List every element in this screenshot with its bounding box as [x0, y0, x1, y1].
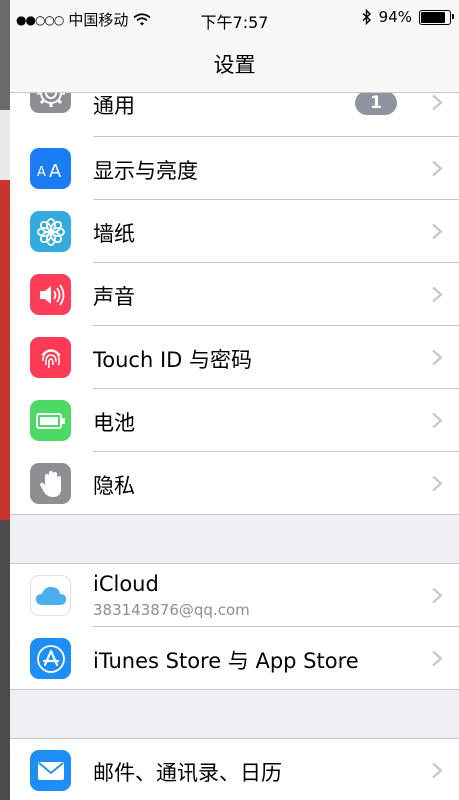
navigation-bar: 设置 [10, 36, 459, 93]
settings-row-touch-id[interactable]: Touch ID 与密码 [10, 326, 459, 389]
chevron-right-icon [432, 349, 443, 366]
settings-row-label: Touch ID 与密码 [93, 348, 252, 372]
chevron-right-icon [432, 160, 443, 177]
settings-row-sounds[interactable]: 声音 [10, 263, 459, 326]
chevron-right-icon [432, 94, 443, 111]
account-email: 383143876@qq.com [93, 601, 250, 619]
settings-row-battery[interactable]: 电池 [10, 389, 459, 452]
chevron-right-icon [432, 762, 443, 779]
settings-group-mail: 邮件、通讯录、日历 [10, 738, 459, 800]
settings-group-accounts: iCloud 383143876@qq.com iTunes Store 与 A… [10, 563, 459, 690]
settings-row-label: 电池 [93, 411, 135, 435]
battery-status-icon [419, 9, 454, 25]
chevron-right-icon [432, 475, 443, 492]
speaker-icon [30, 274, 71, 315]
background-edge [0, 0, 10, 800]
mail-icon [30, 750, 71, 791]
svg-text:A: A [49, 161, 62, 181]
settings-row-privacy[interactable]: 隐私 [10, 452, 459, 515]
page-title: 设置 [213, 53, 256, 77]
settings-row-label: 隐私 [93, 474, 135, 498]
fingerprint-icon [30, 337, 71, 378]
chevron-right-icon [432, 286, 443, 303]
settings-screen: 通用 1 A A 显示与亮度 墙纸 声音 Touch ID 与密码 电池 隐私 … [10, 0, 459, 800]
app-store-icon [30, 638, 71, 679]
battery-icon [30, 400, 71, 441]
cloud-icon [30, 575, 71, 616]
settings-row-label: iTunes Store 与 App Store [93, 649, 359, 673]
battery-percentage: 94% [378, 8, 412, 26]
settings-row-label: iCloud [93, 572, 159, 596]
notification-badge: 1 [355, 91, 397, 115]
settings-row-label: 声音 [93, 285, 135, 309]
settings-row-wallpaper[interactable]: 墙纸 [10, 200, 459, 263]
settings-row-label: 显示与亮度 [93, 159, 198, 183]
settings-row-label: 墙纸 [93, 222, 135, 246]
bluetooth-icon [362, 9, 371, 25]
settings-row-itunes-app-store[interactable]: iTunes Store 与 App Store [10, 627, 459, 690]
settings-row-display-brightness[interactable]: A A 显示与亮度 [10, 137, 459, 200]
chevron-right-icon [432, 587, 443, 604]
hand-icon [30, 463, 71, 504]
aa-icon: A A [30, 148, 71, 189]
settings-group-general: 通用 1 A A 显示与亮度 墙纸 声音 Touch ID 与密码 电池 隐私 [10, 72, 459, 515]
settings-row-label: 通用 [93, 94, 135, 118]
chevron-right-icon [432, 650, 443, 667]
flower-icon [30, 211, 71, 252]
settings-row-label: 邮件、通讯录、日历 [93, 761, 282, 785]
status-bar: ●●○○○ 中国移动 下午7:57 94% [10, 0, 459, 36]
chevron-right-icon [432, 412, 443, 429]
settings-row-icloud[interactable]: iCloud 383143876@qq.com [10, 564, 459, 627]
chevron-right-icon [432, 223, 443, 240]
settings-row-mail-contacts-calendars[interactable]: 邮件、通讯录、日历 [10, 739, 459, 800]
svg-text:A: A [37, 165, 46, 180]
